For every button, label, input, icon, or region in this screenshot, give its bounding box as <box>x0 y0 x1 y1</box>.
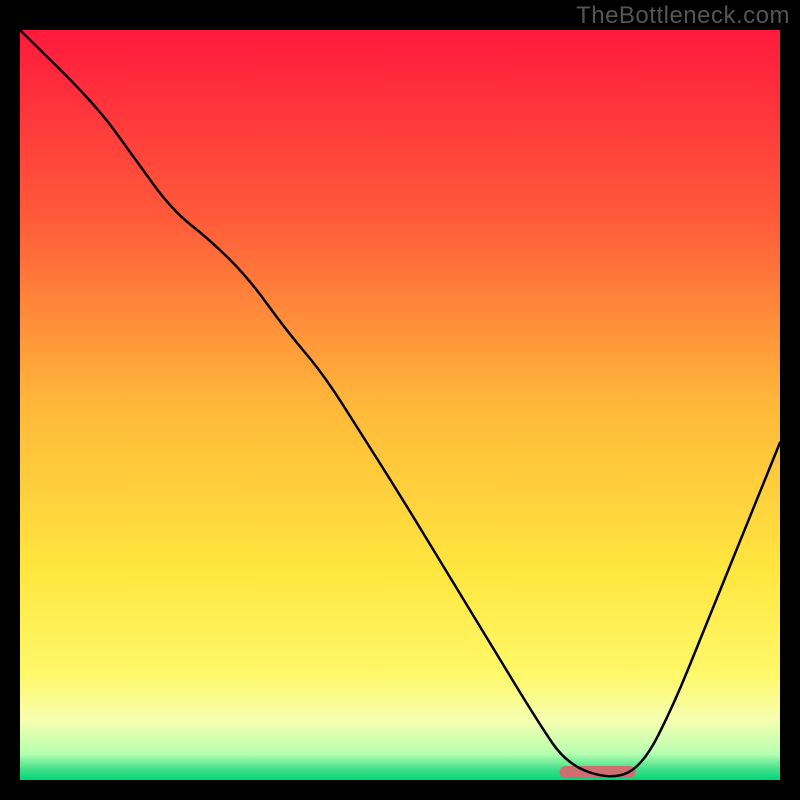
gradient-background <box>20 30 780 780</box>
chart-frame: TheBottleneck.com <box>0 0 800 800</box>
chart-svg <box>20 30 780 780</box>
bottleneck-plot <box>20 30 780 780</box>
watermark-text: TheBottleneck.com <box>576 2 790 30</box>
optimum-marker <box>560 766 636 778</box>
